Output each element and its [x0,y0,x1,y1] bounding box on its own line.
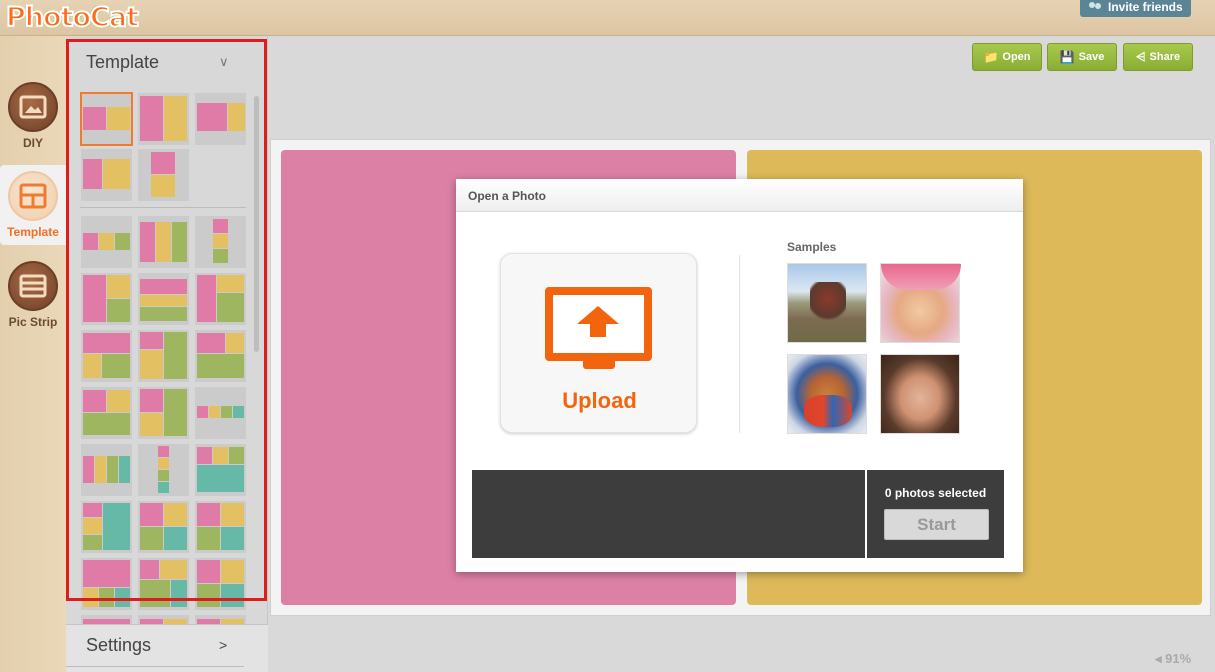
app-logo: PhotoCat [5,1,140,34]
open-label: Open [1002,51,1031,63]
zoom-left-icon: ◂ [1155,651,1162,666]
nav-item-pic-strip[interactable]: Pic Strip [0,255,66,335]
template-scrollbar[interactable] [254,96,259,352]
photo-frame-icon [8,82,58,132]
template-thumb[interactable] [195,93,246,145]
template-thumb[interactable] [138,444,189,496]
sample-photo-travelers[interactable] [787,263,867,343]
template-thumb[interactable] [81,273,132,325]
samples-label: Samples [787,240,837,254]
template-thumb[interactable] [138,501,189,553]
share-label: Share [1149,51,1181,63]
zoom-indicator[interactable]: ◂ 91% [1155,651,1191,667]
template-thumb[interactable] [81,558,132,610]
panel-title: Template [86,52,160,72]
settings-divider [66,666,244,667]
template-thumb[interactable] [195,501,246,553]
chevron-right-icon: > [219,637,228,653]
save-label: Save [1078,51,1105,63]
open-button[interactable]: 📁 Open [972,43,1042,71]
template-thumb[interactable] [138,93,189,145]
floppy-disk-icon: 💾 [1059,50,1075,64]
template-thumb[interactable] [138,330,189,382]
template-thumb[interactable] [81,216,132,268]
template-thumb[interactable] [81,149,132,201]
top-bar: PhotoCat Invite friends [0,0,1215,36]
nav-item-template[interactable]: Template [0,165,66,245]
upload-label: Upload [562,388,637,413]
sample-photo-painted-hands[interactable] [787,354,867,434]
template-thumb[interactable] [80,92,133,146]
template-thumb[interactable] [138,273,189,325]
settings-section[interactable]: Settings > [66,624,268,672]
template-thumb[interactable] [81,330,132,382]
save-button[interactable]: 💾 Save [1047,43,1117,71]
chevron-down-icon[interactable]: ∨ [219,54,229,70]
nav-item-diy[interactable]: DIY [0,76,66,156]
monitor-stand [583,361,615,369]
nav-label-template: Template [7,225,59,239]
dialog-header: Open a Photo [456,179,1023,212]
friends-icon [1088,1,1102,12]
share-button[interactable]: ⩤ Share [1123,43,1193,71]
pic-strip-icon [8,261,58,311]
left-nav: DIY Template Pic Strip [0,36,66,672]
template-grid [80,92,250,638]
nav-label-diy: DIY [22,136,43,150]
template-layout-icon [8,171,58,221]
zoom-level: 91% [1165,651,1192,666]
nav-label-pic-strip: Pic Strip [8,315,58,329]
selection-tray: 0 photos selected Start [472,470,1004,558]
share-icon: ⩤ [1135,49,1146,64]
sample-photo-woman-portrait[interactable] [880,354,960,434]
template-thumb[interactable] [195,330,246,382]
template-thumb[interactable] [81,501,132,553]
upload-button[interactable]: Upload [500,253,697,433]
upload-arrow-icon [577,306,619,324]
dialog-divider [739,255,740,433]
template-thumb[interactable] [81,387,132,439]
template-thumb[interactable] [195,216,246,268]
template-thumb[interactable] [138,149,189,201]
template-thumb[interactable] [138,387,189,439]
open-photo-dialog: Open a Photo Upload Samples 0 photos sel… [456,179,1023,572]
template-thumb[interactable] [195,558,246,610]
dialog-title: Open a Photo [468,189,546,203]
start-button[interactable]: Start [884,509,989,540]
settings-label: Settings [86,635,152,655]
template-thumb[interactable] [195,387,246,439]
invite-friends-label: Invite friends [1108,0,1183,14]
template-panel: Template ∨ Settings > [66,36,268,672]
invite-friends-button[interactable]: Invite friends [1080,0,1191,17]
sample-photo-girl-hat[interactable] [880,263,961,343]
template-thumb[interactable] [195,444,246,496]
template-thumb[interactable] [138,558,189,610]
template-group-divider [80,207,246,208]
folder-icon: 📁 [983,50,999,64]
template-thumb[interactable] [81,444,132,496]
template-thumb[interactable] [195,273,246,325]
upload-arrow-stem [590,323,606,337]
template-thumb[interactable] [138,216,189,268]
selected-count: 0 photos selected [884,486,987,500]
tray-divider [865,470,867,558]
